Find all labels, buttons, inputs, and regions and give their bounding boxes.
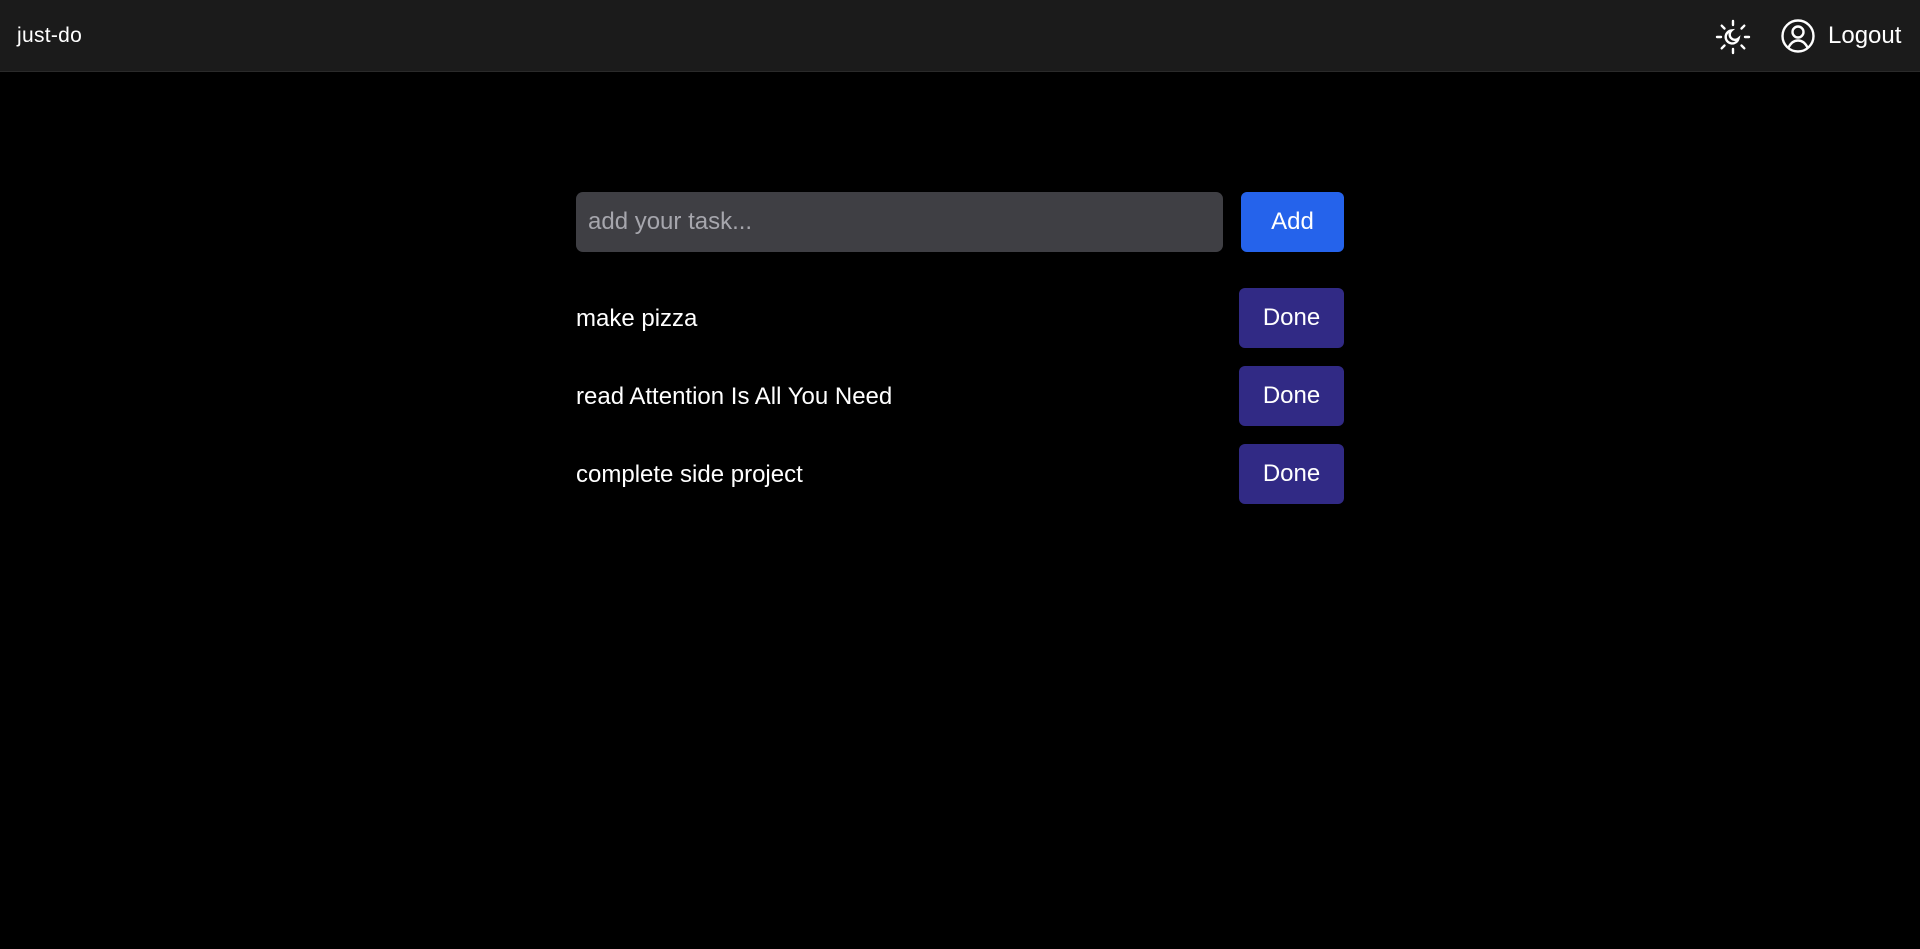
list-item: read Attention Is All You Need Done: [576, 366, 1344, 426]
logout-button[interactable]: Logout: [1780, 17, 1901, 55]
task-list: make pizza Done read Attention Is All Yo…: [576, 288, 1344, 522]
top-navbar: just-do Logout: [0, 0, 1920, 72]
list-item: complete side project Done: [576, 444, 1344, 504]
task-text: read Attention Is All You Need: [576, 383, 893, 410]
todo-panel: Add make pizza Done read Attention Is Al…: [576, 192, 1344, 504]
done-button[interactable]: Done: [1239, 366, 1344, 426]
app-brand[interactable]: just-do: [17, 24, 82, 48]
sun-moon-icon: [1715, 19, 1751, 55]
user-circle-icon: [1781, 19, 1815, 53]
add-button[interactable]: Add: [1241, 192, 1344, 252]
task-text: complete side project: [576, 461, 803, 488]
list-item: make pizza Done: [576, 288, 1344, 348]
task-input[interactable]: [576, 192, 1223, 252]
add-task-row: Add: [576, 192, 1344, 252]
theme-toggle-button[interactable]: [1714, 18, 1752, 56]
logout-label: Logout: [1828, 22, 1902, 49]
task-text: make pizza: [576, 305, 698, 332]
done-button[interactable]: Done: [1239, 288, 1344, 348]
done-button[interactable]: Done: [1239, 444, 1344, 504]
